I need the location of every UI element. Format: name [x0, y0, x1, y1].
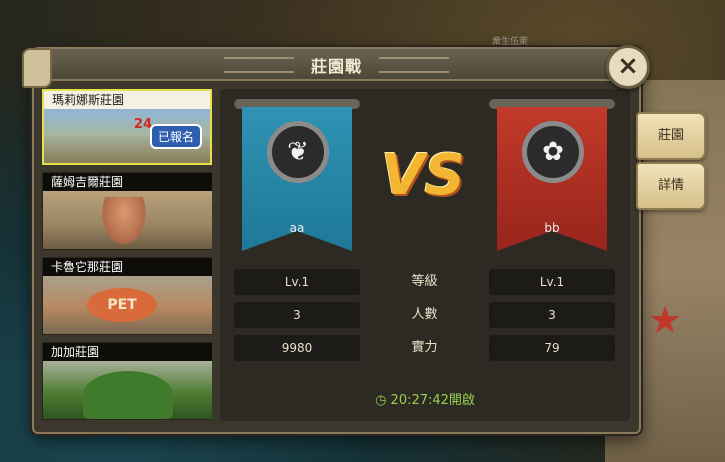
manor-name: 薩姆吉爾莊園	[43, 173, 212, 191]
right-members: 3	[489, 302, 615, 328]
left-level: Lv.1	[234, 269, 360, 295]
registered-badge: 已報名	[149, 124, 202, 149]
vs-text: VS	[381, 143, 465, 208]
open-time: ◷ 20:27:42開啟	[220, 389, 630, 408]
left-guild-name: aa	[289, 221, 305, 235]
level-label: 等級	[411, 274, 438, 289]
manor-item-samgil[interactable]: 薩姆吉爾莊園	[42, 172, 212, 250]
right-guild-banner: ✿ bb	[489, 99, 615, 251]
manor-item-jiajia[interactable]: 加加莊園	[42, 342, 212, 420]
left-guild-banner: ❦ aa	[234, 99, 360, 251]
tab-manor[interactable]: 莊園	[636, 112, 706, 160]
manor-item-karutana[interactable]: 卡魯它那莊園 PET	[42, 257, 212, 335]
title-bar: 莊園戰	[34, 49, 639, 81]
power-row: 9980 實力 79	[234, 335, 616, 361]
watermark-text: 衆生伍萊	[492, 37, 529, 47]
tree-illustration	[83, 371, 173, 419]
manor-war-panel: 莊園戰 瑪莉娜斯莊園 24 已報名 薩姆吉爾莊園 卡魯它那莊園 PET 加加莊園	[32, 47, 641, 434]
close-button[interactable]: ×	[606, 45, 650, 89]
members-row: 3 人數 3	[234, 302, 616, 328]
battle-arena: ❦ aa VS ✿ bb Lv.1 等級 Lv.1 3 人數 3 9980 實力…	[220, 89, 630, 421]
manor-item-marinas[interactable]: 瑪莉娜斯莊園 24 已報名	[42, 89, 212, 165]
left-power: 9980	[234, 335, 360, 361]
panel-title: 莊園戰	[310, 57, 362, 76]
guild-emblem-icon: ❦	[267, 121, 329, 183]
manor-name: 瑪莉娜斯莊園	[44, 91, 210, 109]
muscle-man-figure	[99, 197, 149, 249]
pet-sign: PET	[87, 288, 157, 322]
right-guild-name: bb	[544, 221, 560, 235]
starfish-decoration: ★	[647, 298, 683, 342]
manor-name: 加加莊園	[43, 343, 212, 361]
right-power: 79	[489, 335, 615, 361]
level-row: Lv.1 等級 Lv.1	[234, 269, 616, 295]
clock-icon: ◷	[375, 393, 387, 408]
title-ornament-right	[379, 57, 449, 73]
manor-list[interactable]: 瑪莉娜斯莊園 24 已報名 薩姆吉爾莊園 卡魯它那莊園 PET 加加莊園	[42, 89, 212, 421]
panel-corner-ornament	[22, 48, 52, 88]
members-label: 人數	[411, 307, 438, 322]
manor-name: 卡魯它那莊園	[43, 258, 212, 276]
guild-emblem-icon: ✿	[522, 121, 584, 183]
power-label: 實力	[411, 340, 438, 355]
tab-details[interactable]: 詳情	[636, 162, 706, 210]
right-level: Lv.1	[489, 269, 615, 295]
left-members: 3	[234, 302, 360, 328]
open-time-text: 20:27:42開啟	[390, 393, 475, 408]
